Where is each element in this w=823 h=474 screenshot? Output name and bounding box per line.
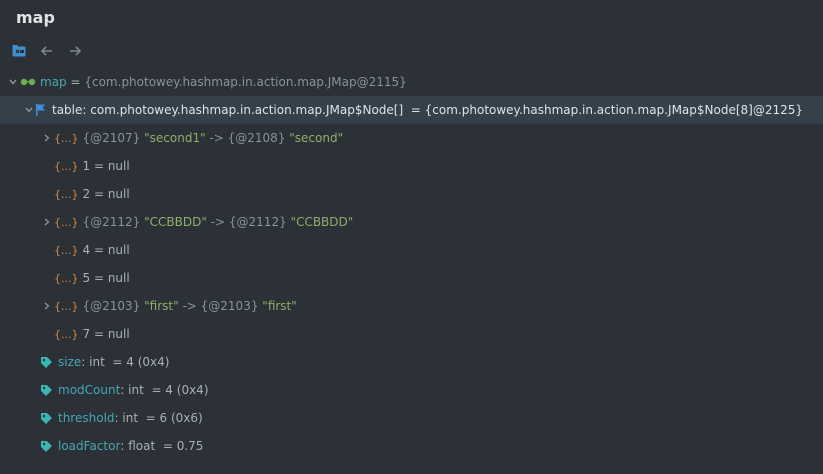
field-name: loadFactor bbox=[58, 439, 121, 453]
entry-label: 7 = null bbox=[82, 327, 130, 341]
entry-arrow: -> bbox=[206, 215, 229, 229]
chevron-down-icon[interactable] bbox=[22, 107, 36, 113]
equals-sign: = bbox=[66, 75, 85, 89]
tag-icon bbox=[40, 355, 54, 369]
field-name: size bbox=[58, 355, 82, 369]
chevron-right-icon[interactable] bbox=[40, 218, 54, 226]
variable-value: {com.photowey.hashmap.in.action.map.JMap… bbox=[84, 75, 407, 89]
tree-row-entry-5[interactable]: {...} 5 = null bbox=[0, 264, 823, 292]
tree-row-entry-6[interactable]: {...} {@2103} "first" -> {@2103} "first" bbox=[0, 292, 823, 320]
chevron-right-icon[interactable] bbox=[40, 134, 54, 142]
entry-key: "CCBBDD" bbox=[144, 215, 207, 229]
field-type: : float bbox=[120, 439, 156, 453]
field-value: = 4 (0x4) bbox=[143, 383, 209, 397]
object-icon: {...} bbox=[54, 215, 79, 229]
entry-value: "second" bbox=[289, 131, 344, 145]
tree-row-field-size[interactable]: size : int = 4 (0x4) bbox=[0, 348, 823, 376]
entry-value-ref: {@2108} bbox=[227, 131, 286, 145]
toolbar bbox=[8, 42, 86, 62]
entry-label: 1 = null bbox=[82, 159, 130, 173]
tree-row-entry-7[interactable]: {...} 7 = null bbox=[0, 320, 823, 348]
object-icon: {...} bbox=[54, 243, 79, 257]
field-value: {com.photowey.hashmap.in.action.map.JMap… bbox=[424, 103, 804, 117]
panel-title: map bbox=[16, 8, 55, 27]
tree-row-table[interactable]: table: com.photowey.hashmap.in.action.ma… bbox=[0, 96, 823, 124]
restore-layout-icon bbox=[12, 44, 26, 60]
tag-icon bbox=[40, 411, 54, 425]
object-icon: {...} bbox=[54, 271, 79, 285]
entry-value-ref: {@2103} bbox=[200, 299, 259, 313]
chevron-down-icon[interactable] bbox=[6, 79, 20, 85]
entry-key: "first" bbox=[144, 299, 179, 313]
tree-row-entry-2[interactable]: {...} 2 = null bbox=[0, 180, 823, 208]
tree-row-entry-4[interactable]: {...} 4 = null bbox=[0, 236, 823, 264]
entry-ref: {@2103} bbox=[82, 299, 141, 313]
object-icon: {...} bbox=[54, 159, 79, 173]
entry-ref: {@2107} bbox=[82, 131, 141, 145]
tree-row-entry-0[interactable]: {...} {@2107} "second1" -> {@2108} "seco… bbox=[0, 124, 823, 152]
tree-row-field-threshold[interactable]: threshold : int = 6 (0x6) bbox=[0, 404, 823, 432]
tree-row-map[interactable]: map = {com.photowey.hashmap.in.action.ma… bbox=[0, 68, 823, 96]
object-icon: {...} bbox=[54, 327, 79, 341]
tag-icon bbox=[40, 439, 54, 453]
field-type: : int bbox=[114, 411, 139, 425]
entry-label: 2 = null bbox=[82, 187, 130, 201]
back-button[interactable] bbox=[36, 42, 58, 62]
flag-icon bbox=[36, 104, 46, 116]
equals-sign: = bbox=[403, 103, 425, 117]
field-type: : int bbox=[120, 383, 144, 397]
field-type: : int bbox=[81, 355, 105, 369]
forward-arrow-icon bbox=[69, 45, 82, 59]
field-name: threshold bbox=[58, 411, 115, 425]
object-icon: {...} bbox=[54, 131, 79, 145]
field-value: = 4 (0x4) bbox=[104, 355, 170, 369]
entry-arrow: -> bbox=[205, 131, 228, 145]
entry-label: 5 = null bbox=[82, 271, 130, 285]
tree-row-entry-1[interactable]: {...} 1 = null bbox=[0, 152, 823, 180]
tree-row-field-modcount[interactable]: modCount : int = 4 (0x4) bbox=[0, 376, 823, 404]
glasses-icon bbox=[20, 78, 36, 86]
entry-key: "second1" bbox=[144, 131, 206, 145]
object-icon: {...} bbox=[54, 299, 79, 313]
variable-name: map bbox=[40, 75, 67, 89]
entry-value: "first" bbox=[262, 299, 297, 313]
entry-arrow: -> bbox=[178, 299, 201, 313]
tag-icon bbox=[40, 383, 54, 397]
chevron-right-icon[interactable] bbox=[40, 302, 54, 310]
field-name: modCount bbox=[58, 383, 121, 397]
forward-button[interactable] bbox=[64, 42, 86, 62]
field-name: table: com.photowey.hashmap.in.action.ma… bbox=[52, 103, 404, 117]
field-value: = 6 (0x6) bbox=[138, 411, 203, 425]
restore-layout-button[interactable] bbox=[8, 42, 30, 62]
entry-value: "CCBBDD" bbox=[290, 215, 354, 229]
back-arrow-icon bbox=[40, 45, 53, 59]
tree-row-entry-3[interactable]: {...} {@2112} "CCBBDD" -> {@2112} "CCBBD… bbox=[0, 208, 823, 236]
object-icon: {...} bbox=[54, 187, 79, 201]
entry-label: 4 = null bbox=[82, 243, 130, 257]
entry-value-ref: {@2112} bbox=[228, 215, 287, 229]
field-value: = 0.75 bbox=[155, 439, 204, 453]
tree-row-field-loadfactor[interactable]: loadFactor : float = 0.75 bbox=[0, 432, 823, 460]
entry-ref: {@2112} bbox=[82, 215, 141, 229]
